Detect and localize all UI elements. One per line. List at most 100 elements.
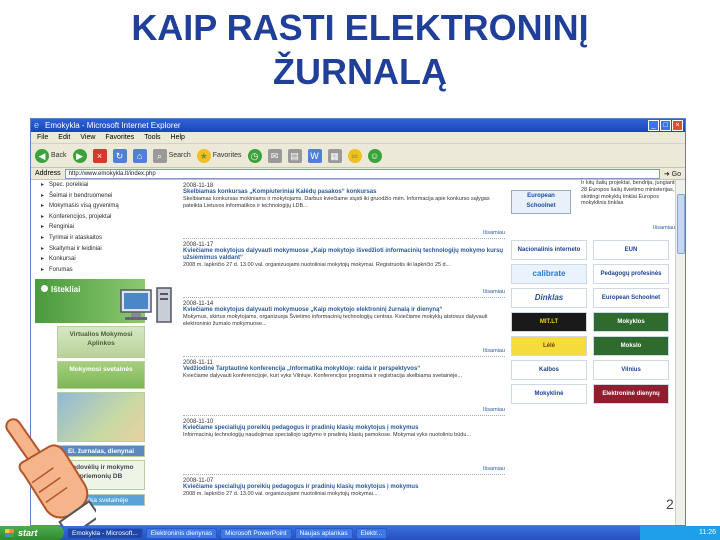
menu-bar: File Edit View Favorites Tools Help bbox=[31, 132, 685, 144]
partner-logo[interactable]: Dinklas bbox=[511, 288, 587, 308]
research-button[interactable]: ∞ bbox=[347, 148, 362, 163]
news-headline[interactable]: Kviečiame mokytojus dalyvauti mokymuose … bbox=[183, 307, 505, 314]
messenger-button[interactable]: ☺ bbox=[367, 148, 382, 163]
news-item: 2008-11-11 Vedžiodinė Tarptautinė konfer… bbox=[183, 357, 505, 416]
print-button[interactable]: ▤ bbox=[287, 148, 302, 163]
mokymosi-svetaines-block[interactable]: Mokymosi svetainės bbox=[57, 361, 145, 390]
browser-window: e Emokykla - Microsoft Internet Explorer… bbox=[30, 118, 686, 526]
sidebar-item[interactable]: Renginiai bbox=[35, 222, 177, 233]
window-titlebar: e Emokykla - Microsoft Internet Explorer… bbox=[31, 119, 685, 132]
taskbar-item[interactable]: Microsoft PowerPoint bbox=[220, 527, 292, 539]
slide-page-number: 2 bbox=[666, 496, 674, 512]
start-label: start bbox=[18, 528, 38, 538]
sidebar-item[interactable]: Skaitymai ir leidiniai bbox=[35, 244, 177, 255]
web-page: Spec. poreikiai Šeimai ir bendruomenei M… bbox=[31, 180, 685, 525]
go-label: Go bbox=[671, 170, 681, 178]
partner-logo[interactable]: Pedagogų profesinės raidos centras bbox=[593, 264, 669, 284]
system-tray: 11:26 bbox=[640, 526, 720, 540]
partner-logo[interactable]: European Schoolnet bbox=[593, 288, 669, 308]
back-button[interactable]: ◀ Back bbox=[35, 148, 67, 163]
news-item: 2008-11-07 Kviečiame specialiųjų poreiki… bbox=[183, 475, 505, 525]
close-button[interactable]: × bbox=[672, 120, 683, 131]
go-arrow-icon: ➜ bbox=[663, 170, 672, 178]
back-arrow-icon: ◀ bbox=[35, 148, 49, 163]
sidebar-item[interactable]: Mokymasis visą gyvenimą bbox=[35, 201, 177, 212]
forward-button[interactable]: ▶ bbox=[72, 148, 87, 163]
history-button[interactable]: ◷ bbox=[247, 148, 262, 163]
news-more-link[interactable]: Išsamiau bbox=[483, 348, 505, 354]
news-more-link[interactable]: Išsamiau bbox=[483, 289, 505, 295]
stop-button[interactable]: × bbox=[92, 148, 107, 163]
taskbar-item[interactable]: Naujas aplankas bbox=[294, 527, 353, 539]
search-label: Search bbox=[168, 152, 191, 159]
search-button[interactable]: ⌕ Search bbox=[152, 148, 191, 163]
sidebar-item[interactable]: Konferencijos, projektai bbox=[35, 212, 177, 223]
menu-view[interactable]: View bbox=[80, 132, 95, 143]
window-title: Emokykla - Microsoft Internet Explorer bbox=[45, 121, 181, 130]
menu-help[interactable]: Help bbox=[171, 132, 185, 143]
partner-logo[interactable]: Nacionalinis interneto mokyklų tinklas bbox=[511, 240, 587, 260]
news-body: Skelbiamas konkursas mokiniams ir mokyto… bbox=[183, 196, 490, 209]
sidebar-item[interactable]: Šeimai ir bendruomenei bbox=[35, 191, 177, 202]
partner-logo[interactable]: Mokyklos bbox=[593, 312, 669, 332]
menu-edit[interactable]: Edit bbox=[58, 132, 70, 143]
news-headline[interactable]: Kviečiame mokytojus dalyvauti mokymuose … bbox=[183, 248, 505, 262]
menu-favorites[interactable]: Favorites bbox=[105, 132, 134, 143]
news-headline[interactable]: Kviečiame specialiųjų poreikių pedagogus… bbox=[183, 484, 505, 491]
news-headline[interactable]: Kviečiame specialiųjų poreikių pedagogus… bbox=[183, 425, 505, 432]
address-input[interactable]: http://www.emokykla.lt/index.php bbox=[64, 168, 660, 179]
window-controls: _ □ × bbox=[648, 120, 683, 131]
partner-logo[interactable]: calibrate bbox=[511, 264, 587, 284]
partner-logo[interactable]: Lėlė bbox=[511, 336, 587, 356]
scrollbar-thumb[interactable] bbox=[677, 194, 685, 254]
refresh-button[interactable]: ↻ bbox=[112, 148, 127, 163]
istekliai-label: Ištekliai bbox=[51, 285, 81, 295]
sidebar-item[interactable]: Forumas bbox=[35, 265, 177, 276]
news-body: 2008 m. lapkričio 27 d. 13.00 val. organ… bbox=[183, 262, 451, 268]
sidebar-item[interactable]: Konkursai bbox=[35, 254, 177, 265]
news-item: 2008-11-14 Kviečiame mokytojus dalyvauti… bbox=[183, 298, 505, 357]
discuss-button[interactable]: ▦ bbox=[327, 148, 342, 163]
maximize-button[interactable]: □ bbox=[660, 120, 671, 131]
taskbar-item[interactable]: Emokykla - Microsoft... bbox=[67, 527, 143, 539]
news-headline[interactable]: Skelbiamas konkursas „Kompiuteriniai Kal… bbox=[183, 189, 505, 196]
go-button[interactable]: ➜ Go bbox=[664, 170, 685, 178]
sidebar-item[interactable]: Tyrimai ir ataskaitos bbox=[35, 233, 177, 244]
news-more-link[interactable]: Išsamiau bbox=[483, 407, 505, 413]
edit-button[interactable]: W bbox=[307, 148, 322, 163]
vertical-scrollbar[interactable] bbox=[675, 180, 685, 525]
european-schoolnet-logo[interactable]: European Schoolnet bbox=[511, 190, 571, 214]
windows-flag-icon bbox=[5, 529, 14, 537]
news-more-link[interactable]: Išsamiau bbox=[483, 230, 505, 236]
news-item: 2008-11-18 Skelbiamas konkursas „Kompiut… bbox=[183, 180, 505, 239]
news-headline[interactable]: Vedžiodinė Tarptautinė konferencija „Inf… bbox=[183, 366, 505, 373]
browser-toolbar: ◀ Back ▶ × ↻ ⌂ ⌕ Search ★ Favorites ◷ ✉ … bbox=[31, 144, 685, 168]
partner-logo[interactable]: Mokyklinė bbox=[511, 384, 587, 404]
start-button[interactable]: start bbox=[0, 526, 64, 540]
address-label: Address bbox=[35, 170, 61, 177]
edit-icon: W bbox=[307, 148, 322, 163]
minimize-button[interactable]: _ bbox=[648, 120, 659, 131]
computer-icon bbox=[120, 287, 172, 323]
partner-logo[interactable]: EUN bbox=[593, 240, 669, 260]
partner-logo[interactable]: Kalbos bbox=[511, 360, 587, 380]
partner-logo[interactable]: Mokslo bbox=[593, 336, 669, 356]
taskbar-item[interactable]: Elektr... bbox=[355, 527, 388, 539]
mail-button[interactable]: ✉ bbox=[267, 148, 282, 163]
slide-title-line2: ŽURNALĄ bbox=[273, 51, 447, 92]
pointing-hand-icon bbox=[5, 418, 96, 539]
vma-block[interactable]: Virtualios Mokymosi Aplinkos bbox=[57, 326, 145, 359]
mail-icon: ✉ bbox=[267, 148, 282, 163]
news-more-link[interactable]: Išsamiau bbox=[483, 466, 505, 472]
eun-more-link[interactable]: Išsamiau bbox=[653, 225, 675, 232]
partner-logo[interactable]: Vilnius bbox=[593, 360, 669, 380]
home-button[interactable]: ⌂ bbox=[132, 148, 147, 163]
sidebar-item[interactable]: Spec. poreikiai bbox=[35, 180, 177, 191]
taskbar-item[interactable]: Elektroninis dienynas bbox=[145, 527, 218, 539]
partner-logo[interactable]: MIT.LT bbox=[511, 312, 587, 332]
eun-text: Ir kitų šalių projektai, bendrija, jungi… bbox=[581, 180, 679, 207]
partner-logo[interactable]: Elektroninė dienynų knyga bbox=[593, 384, 669, 404]
menu-file[interactable]: File bbox=[37, 132, 48, 143]
favorites-button[interactable]: ★ Favorites bbox=[196, 148, 242, 163]
menu-tools[interactable]: Tools bbox=[144, 132, 160, 143]
